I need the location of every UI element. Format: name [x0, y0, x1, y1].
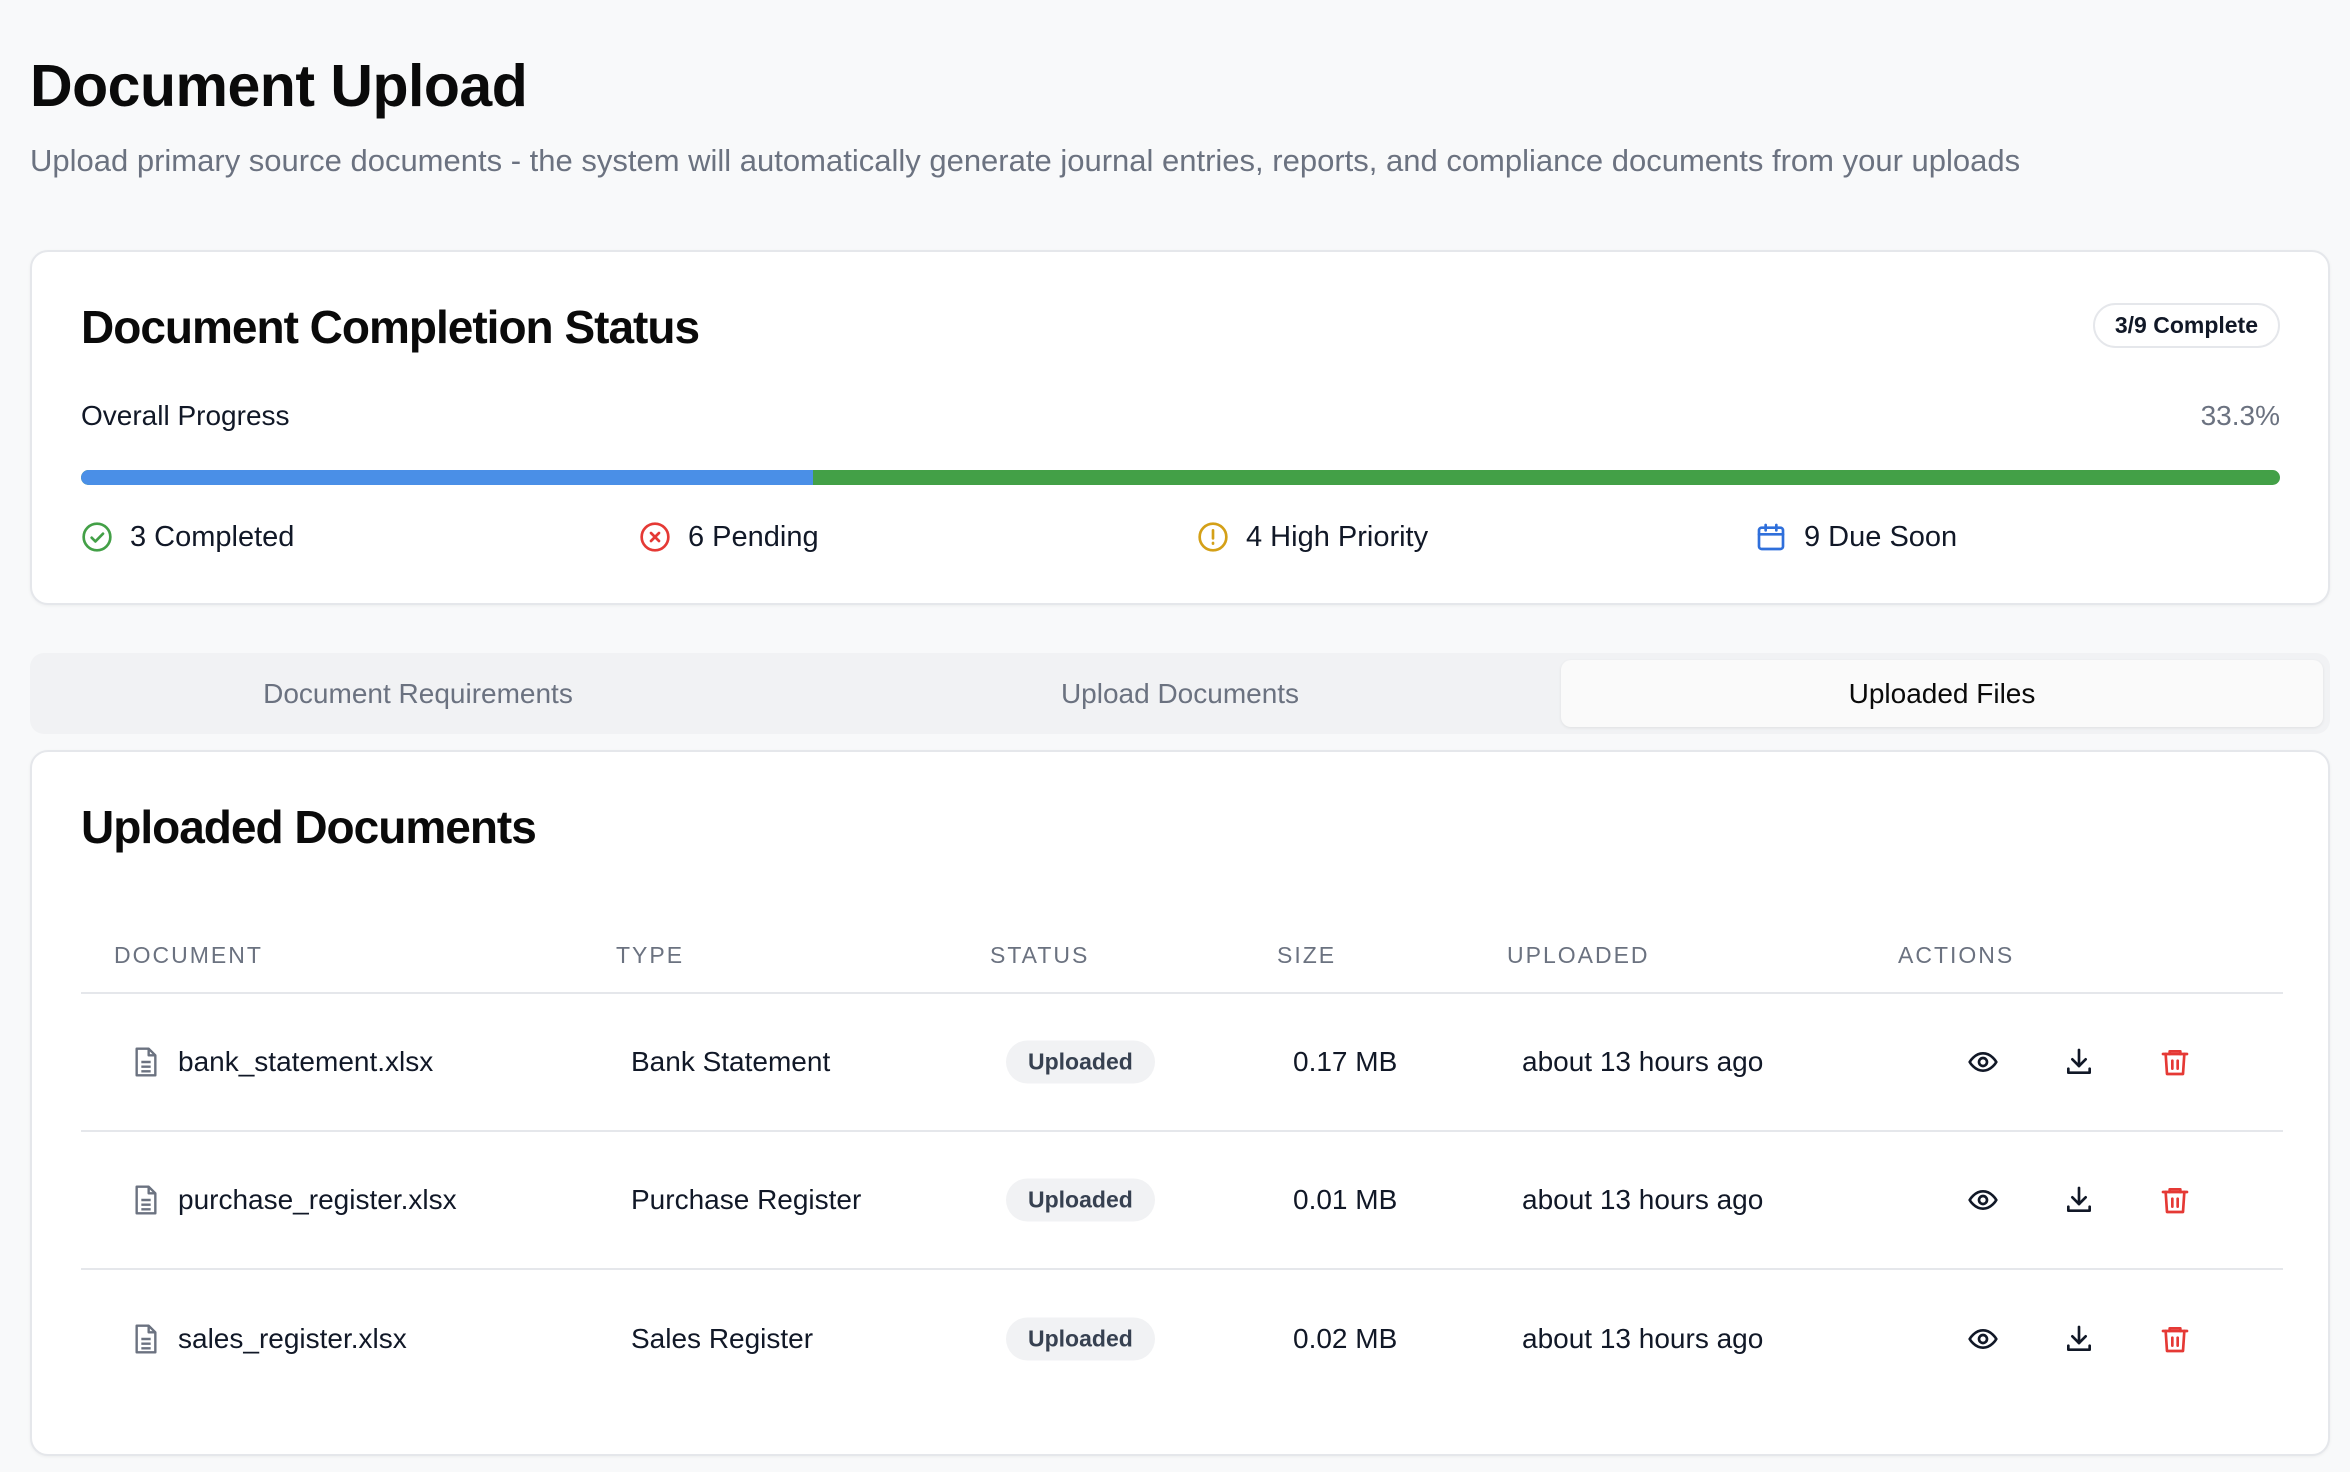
progress-value: 33.3% — [2200, 400, 2280, 431]
column-header-type: TYPE — [616, 942, 685, 968]
calendar-icon — [1757, 523, 1785, 551]
uploaded-documents-card: Uploaded Documents DOCUMENT TYPE STATUS … — [30, 750, 2330, 1456]
document-cell: bank_statement.xlsx — [132, 1046, 433, 1078]
table-row: sales_register.xlsx Sales Register Uploa… — [81, 1270, 2283, 1408]
tab-uploaded-files[interactable]: Uploaded Files — [1561, 660, 2323, 727]
download-button[interactable] — [2059, 1319, 2099, 1359]
progress-label: Overall Progress — [81, 400, 290, 431]
document-size: 0.01 MB — [1293, 1184, 1398, 1215]
page: Document Upload Upload primary source do… — [0, 0, 2350, 1472]
trash-icon — [2161, 1327, 2189, 1353]
progress-bar-fill — [81, 470, 814, 485]
progress-bar — [81, 470, 2280, 485]
table-header: DOCUMENT TYPE STATUS SIZE UPLOADED ACTIO… — [81, 912, 2283, 994]
download-icon — [2067, 1186, 2091, 1212]
alert-circle-icon — [1198, 522, 1228, 552]
download-button[interactable] — [2059, 1042, 2099, 1082]
file-text-icon — [135, 1047, 157, 1077]
tab-document-requirements[interactable]: Document Requirements — [37, 660, 799, 727]
view-button[interactable] — [1963, 1180, 2003, 1220]
tabs: Document Requirements Upload Documents U… — [30, 653, 2330, 734]
stat-pending-label: 6 Pending — [688, 520, 819, 553]
column-header-size: SIZE — [1277, 942, 1337, 968]
x-circle-icon — [640, 522, 670, 552]
uploaded-time: about 13 hours ago — [1522, 1046, 1764, 1077]
uploaded-documents-table: DOCUMENT TYPE STATUS SIZE UPLOADED ACTIO… — [81, 912, 2283, 1408]
completion-status-card: Document Completion Status 3/9 Complete … — [30, 250, 2330, 605]
completion-badge: 3/9 Complete — [2092, 303, 2280, 348]
download-button[interactable] — [2059, 1180, 2099, 1220]
stat-due-soon: 9 Due Soon — [1755, 516, 1957, 558]
view-button[interactable] — [1963, 1319, 2003, 1359]
view-button[interactable] — [1963, 1042, 2003, 1082]
download-icon — [2067, 1048, 2091, 1074]
delete-button[interactable] — [2155, 1319, 2195, 1359]
uploaded-time: about 13 hours ago — [1522, 1323, 1764, 1354]
document-cell: purchase_register.xlsx — [132, 1184, 457, 1216]
page-title: Document Upload — [30, 53, 528, 119]
completion-status-title: Document Completion Status — [81, 301, 700, 353]
delete-button[interactable] — [2155, 1180, 2195, 1220]
trash-icon — [2161, 1188, 2189, 1214]
eye-icon — [1968, 1052, 1998, 1072]
uploaded-time: about 13 hours ago — [1522, 1184, 1764, 1215]
eye-icon — [1968, 1190, 1998, 1210]
column-header-status: STATUS — [990, 942, 1090, 968]
delete-button[interactable] — [2155, 1042, 2195, 1082]
document-type: Sales Register — [631, 1323, 814, 1354]
stat-high-priority: 4 High Priority — [1197, 516, 1428, 558]
stat-high-priority-label: 4 High Priority — [1246, 520, 1429, 553]
document-type: Purchase Register — [631, 1184, 862, 1215]
column-header-document: DOCUMENT — [114, 942, 263, 968]
eye-icon — [1968, 1329, 1998, 1349]
document-name[interactable]: bank_statement.xlsx — [178, 1046, 433, 1078]
status-badge: Uploaded — [1006, 1317, 1155, 1361]
column-header-uploaded: UPLOADED — [1507, 942, 1650, 968]
page-subtitle: Upload primary source documents - the sy… — [30, 143, 2021, 178]
document-type: Bank Statement — [631, 1046, 831, 1077]
stat-due-soon-label: 9 Due Soon — [1804, 520, 1958, 553]
check-circle-icon — [82, 522, 112, 552]
uploaded-documents-title: Uploaded Documents — [81, 801, 537, 853]
document-cell: sales_register.xlsx — [132, 1323, 407, 1355]
column-header-actions: ACTIONS — [1898, 942, 2015, 968]
status-badge: Uploaded — [1006, 1178, 1155, 1222]
status-badge: Uploaded — [1006, 1040, 1155, 1084]
stat-completed: 3 Completed — [81, 516, 294, 558]
file-text-icon — [135, 1185, 157, 1215]
file-text-icon — [135, 1324, 157, 1354]
stat-completed-label: 3 Completed — [130, 520, 295, 553]
tab-upload-documents[interactable]: Upload Documents — [799, 660, 1561, 727]
table-row: purchase_register.xlsx Purchase Register… — [81, 1132, 2283, 1270]
document-size: 0.02 MB — [1293, 1323, 1398, 1354]
download-icon — [2067, 1325, 2091, 1351]
trash-icon — [2161, 1050, 2189, 1076]
document-name[interactable]: sales_register.xlsx — [178, 1323, 407, 1355]
table-row: bank_statement.xlsx Bank Statement Uploa… — [81, 994, 2283, 1132]
document-name[interactable]: purchase_register.xlsx — [178, 1184, 457, 1216]
stat-pending: 6 Pending — [639, 516, 819, 558]
document-size: 0.17 MB — [1293, 1046, 1398, 1077]
